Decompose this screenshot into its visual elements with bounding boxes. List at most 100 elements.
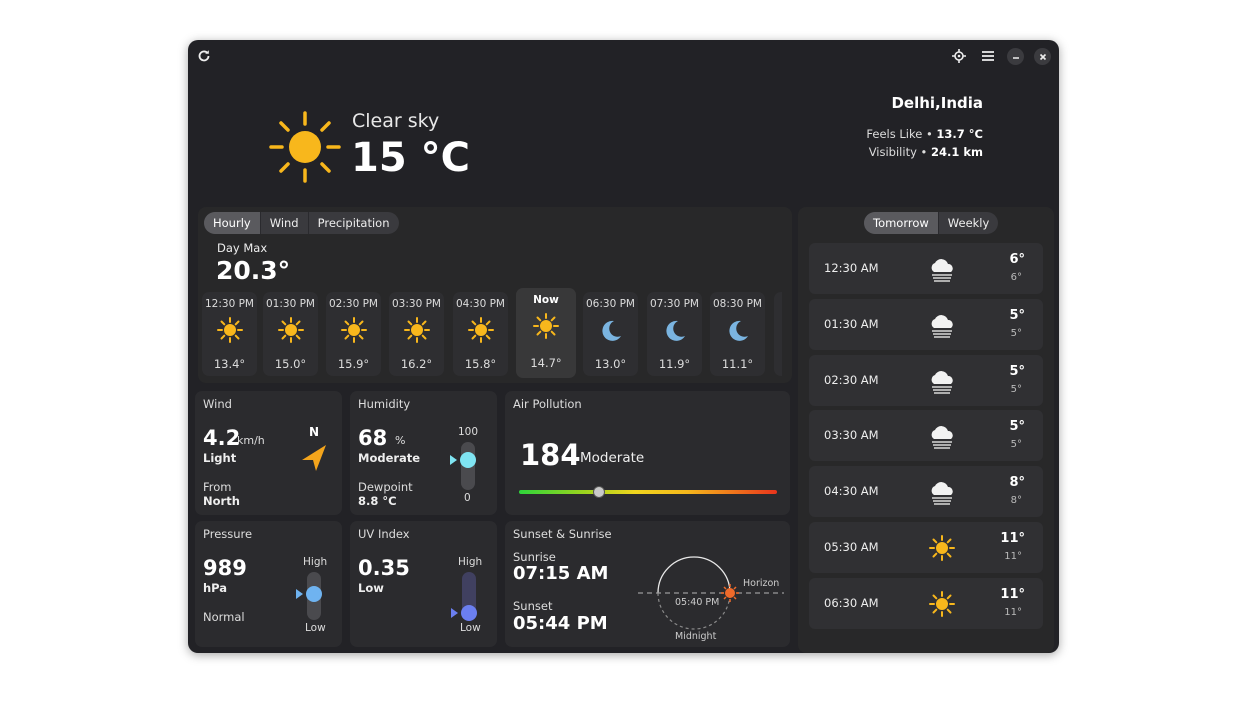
wind-desc: Light xyxy=(203,451,237,465)
weather-window: Clear sky 15 °C Delhi,India Feels Like •… xyxy=(188,40,1059,653)
wind-from-label: From xyxy=(203,480,232,494)
sunset-sunrise-card: Sunset & Sunrise Sunrise 07:15 AM Sunset… xyxy=(505,521,790,647)
sun-icon xyxy=(216,316,244,344)
forecast-low: 6° xyxy=(1010,272,1022,283)
uv-value: 0.35 xyxy=(358,556,410,580)
hourly-card[interactable]: 04:30 PM 15.8° xyxy=(453,292,508,376)
fog-icon xyxy=(927,255,957,283)
hourly-time: 01:30 PM xyxy=(266,298,315,310)
sun-icon xyxy=(532,312,560,340)
hourly-time: 08:30 PM xyxy=(713,298,762,310)
humidity-title: Humidity xyxy=(358,397,411,411)
hourly-card[interactable]: 08:30 PM 11.1° xyxy=(710,292,765,376)
tab-hourly[interactable]: Hourly xyxy=(204,212,260,234)
current-time-label: 05:40 PM xyxy=(675,597,720,608)
pressure-value: 989 xyxy=(203,556,247,580)
hourly-temp: 13.0° xyxy=(594,357,627,371)
humidity-card: Humidity 68 % Moderate Dewpoint 8.8 °C 1… xyxy=(350,391,497,515)
pressure-title: Pressure xyxy=(203,527,253,541)
close-button[interactable] xyxy=(1034,48,1051,65)
forecast-row[interactable]: 01:30 AM 5° 5° xyxy=(809,298,1043,350)
sunrise-label: Sunrise xyxy=(513,550,556,564)
forecast-row[interactable]: 03:30 AM 5° 5° xyxy=(809,410,1043,462)
day-max-label: Day Max xyxy=(217,241,268,255)
hourly-temp: 15.8° xyxy=(464,357,497,371)
hourly-time: 02:30 PM xyxy=(329,298,378,310)
sun-icon xyxy=(927,590,957,618)
menu-button[interactable] xyxy=(980,48,996,64)
sun-icon xyxy=(269,111,341,183)
forecast-row[interactable]: 06:30 AM 11° 11° xyxy=(809,577,1043,629)
hourly-card[interactable]: 01:30 PM 15.0° xyxy=(263,292,318,376)
forecast-time: 04:30 AM xyxy=(824,484,879,499)
hourly-time: 07:30 PM xyxy=(650,298,699,310)
forecast-time: 06:30 AM xyxy=(824,595,879,610)
uv-title: UV Index xyxy=(358,527,410,541)
forecast-row[interactable]: 02:30 AM 5° 5° xyxy=(809,354,1043,406)
air-pollution-card: Air Pollution 184 Moderate xyxy=(505,391,790,515)
forecast-time: 05:30 AM xyxy=(824,540,879,554)
forecast-high: 5° xyxy=(1009,363,1025,379)
forecast-high: 11° xyxy=(1000,531,1025,546)
hourly-card[interactable]: 06:30 PM 13.0° xyxy=(583,292,638,376)
forecast-row[interactable]: 12:30 AM 6° 6° xyxy=(809,243,1043,294)
tab-tomorrow[interactable]: Tomorrow xyxy=(864,212,938,234)
dewpoint-value: 8.8 °C xyxy=(358,494,397,508)
forecast-row[interactable]: 04:30 AM 8° 8° xyxy=(809,466,1043,518)
visibility-value: 24.1 km xyxy=(930,145,983,159)
hourly-temp: 16.2° xyxy=(400,357,433,371)
forecast-low: 5° xyxy=(1010,327,1022,339)
uv-high-label: High xyxy=(458,556,483,568)
pressure-high-label: High xyxy=(303,556,328,568)
hourly-card[interactable]: 12:30 PM 13.4° xyxy=(202,292,257,376)
forecast-time: 02:30 AM xyxy=(824,372,879,387)
hamburger-icon xyxy=(982,51,994,61)
feels-like: Feels Like • 13.7 °C xyxy=(866,127,983,141)
minimize-button[interactable] xyxy=(1007,48,1024,65)
sun-icon xyxy=(927,534,957,562)
locate-button[interactable] xyxy=(951,48,967,64)
hourly-temp: 15.9° xyxy=(337,357,370,371)
sun-icon xyxy=(277,316,305,344)
aqi-marker xyxy=(593,486,605,498)
fog-icon xyxy=(927,367,957,395)
forecast-row[interactable]: 05:30 AM 11° 11° xyxy=(809,522,1043,573)
current-temperature: 15 °C xyxy=(351,135,470,181)
crosshair-icon xyxy=(952,49,966,63)
hourly-time: 04:30 PM xyxy=(456,298,505,310)
sun-icon xyxy=(403,316,431,344)
hourly-temp: 14.7° xyxy=(530,356,562,370)
tab-wind[interactable]: Wind xyxy=(259,212,308,234)
hourly-card[interactable]: Now 14.7° xyxy=(516,288,576,378)
uv-gauge-knob xyxy=(461,605,477,621)
fog-icon xyxy=(927,311,957,339)
refresh-button[interactable] xyxy=(196,48,212,64)
tab-precipitation[interactable]: Precipitation xyxy=(307,212,399,234)
horizon-label: Horizon xyxy=(743,578,780,589)
wind-unit: km/h xyxy=(237,434,265,447)
hourly-card[interactable]: 07:30 PM 11.9° xyxy=(647,292,702,376)
forecast-low: 8° xyxy=(1010,495,1022,507)
humidity-max-label: 100 xyxy=(458,426,479,438)
humidity-value: 68 xyxy=(358,426,388,450)
hourly-temp: 13.4° xyxy=(213,357,246,371)
hourly-card[interactable]: 03:30 PM 16.2° xyxy=(389,292,444,376)
moon-icon xyxy=(724,316,752,344)
forecast-range-tabs: Tomorrow Weekly xyxy=(864,212,999,234)
humidity-pointer-icon xyxy=(450,455,457,465)
hourly-time: 06:30 PM xyxy=(586,298,635,310)
hourly-card[interactable]: 02:30 PM 15.9° xyxy=(326,292,381,376)
hourly-time: Now xyxy=(533,294,559,306)
forecast-low: 5° xyxy=(1010,439,1022,451)
pressure-desc: Normal xyxy=(203,610,245,624)
forecast-time: 03:30 AM xyxy=(824,428,879,443)
fog-icon xyxy=(927,422,957,450)
wind-speed: 4.2 xyxy=(203,426,241,450)
moon-icon xyxy=(661,316,689,344)
feels-like-value: 13.7 °C xyxy=(936,127,983,141)
tab-weekly[interactable]: Weekly xyxy=(937,212,999,234)
uv-index-card: UV Index 0.35 Low High Low xyxy=(350,521,497,647)
humidity-unit: % xyxy=(395,434,406,447)
wind-card: Wind 4.2 km/h Light From North N xyxy=(195,391,342,515)
fog-icon xyxy=(927,478,957,506)
